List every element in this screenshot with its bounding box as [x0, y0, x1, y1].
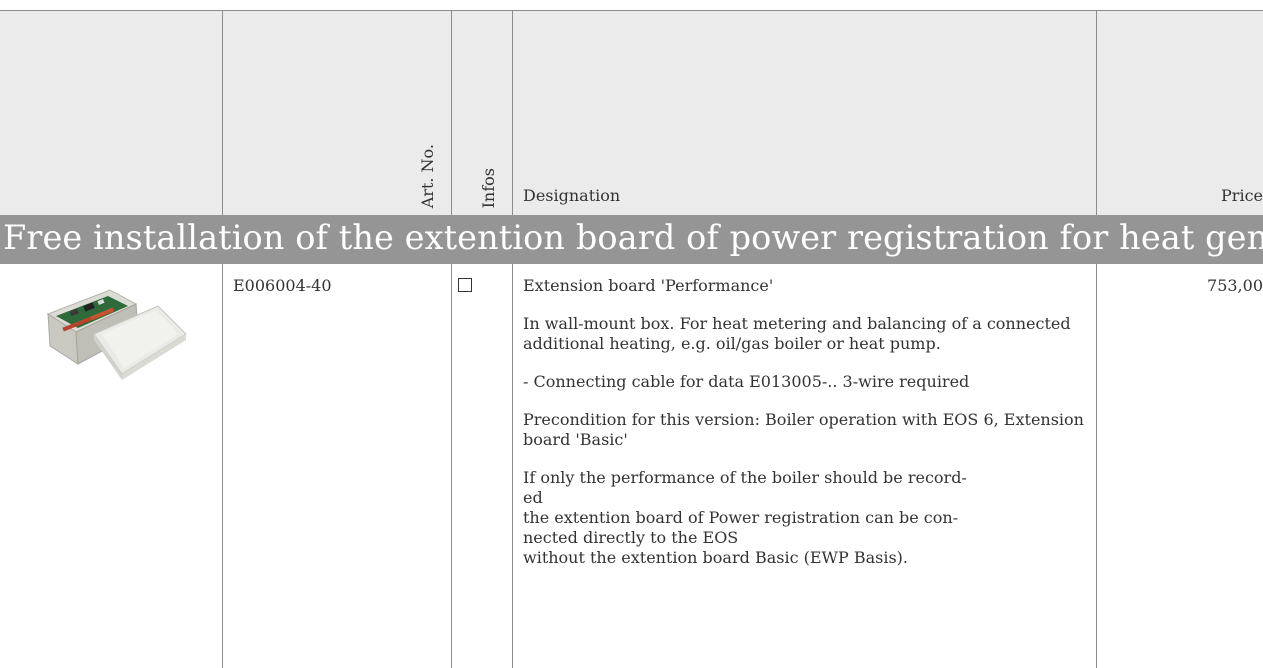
column-divider	[222, 264, 223, 668]
product-image	[46, 289, 187, 380]
table-header: Art. No. Infos Designation Price	[0, 10, 1263, 216]
section-banner: Free installation of the extention board…	[0, 215, 1263, 264]
designation-note-line: If only the performance of the boiler sh…	[523, 468, 967, 487]
column-divider	[451, 264, 452, 668]
column-divider	[1096, 11, 1097, 216]
section-title: Free installation of the extention board…	[3, 218, 1263, 257]
column-divider	[512, 264, 513, 668]
designation-note-line: without the extention board Basic (EWP B…	[523, 548, 908, 567]
column-divider	[222, 11, 223, 216]
designation-paragraph: Precondition for this version: Boiler op…	[523, 410, 1084, 449]
designation-paragraph: In wall-mount box. For heat metering and…	[523, 314, 1071, 353]
designation-note-line: ed	[523, 488, 543, 507]
designation-paragraph: - Connecting cable for data E013005-.. 3…	[523, 372, 970, 391]
header-art-no: Art. No.	[418, 143, 437, 208]
table-row: E006004-40 Extension board 'Performance'…	[0, 264, 1263, 668]
designation-title: Extension board 'Performance'	[523, 276, 774, 295]
header-price: Price	[1221, 186, 1263, 205]
art-no-value: E006004-40	[233, 276, 332, 295]
header-infos: Infos	[479, 167, 498, 208]
column-divider	[1096, 264, 1097, 668]
header-designation: Designation	[523, 186, 621, 205]
price-value: 753,00	[1207, 276, 1263, 295]
column-divider	[451, 11, 452, 216]
column-divider	[512, 11, 513, 216]
page-top-margin	[0, 0, 1263, 10]
designation-cell: Extension board 'Performance' In wall-mo…	[523, 276, 1088, 568]
designation-note-line: the extention board of Power registratio…	[523, 508, 959, 527]
designation-note-line: nected directly to the EOS	[523, 528, 739, 547]
infos-checkbox[interactable]	[458, 278, 472, 292]
